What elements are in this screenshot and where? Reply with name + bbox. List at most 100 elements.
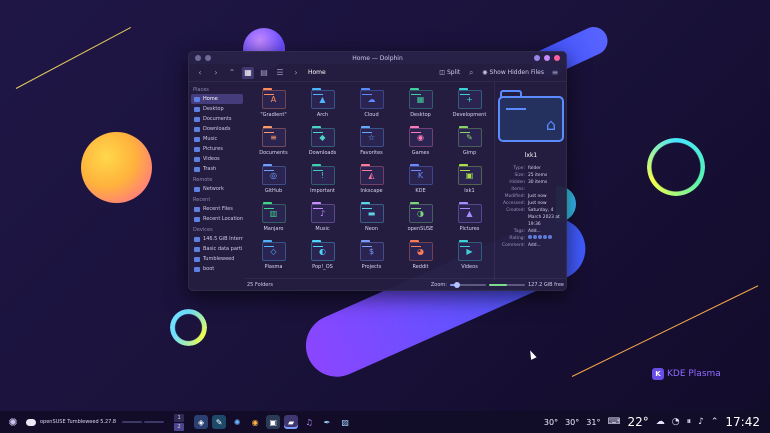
settings-icon[interactable]: ✺ bbox=[230, 415, 244, 429]
star-icon[interactable] bbox=[533, 235, 537, 239]
zoom-slider-handle[interactable] bbox=[454, 281, 461, 288]
folder-item[interactable]: ♪ Music bbox=[298, 202, 347, 240]
sidebar-item[interactable]: Basic data parti... bbox=[191, 244, 243, 254]
dolphin-icon[interactable]: ▰ bbox=[284, 415, 299, 429]
volume-icon[interactable]: ♪ bbox=[698, 417, 704, 427]
sidebar-item[interactable]: Home bbox=[191, 94, 243, 104]
sidebar-item[interactable]: Documents bbox=[191, 114, 243, 124]
sidebar-item-label: Videos bbox=[203, 156, 220, 162]
firefox-icon[interactable]: ◉ bbox=[248, 415, 262, 429]
tray-expand-icon[interactable]: ⌃ bbox=[711, 417, 719, 427]
folder-item[interactable]: ☆ Favorites bbox=[347, 126, 396, 164]
star-icon[interactable] bbox=[548, 235, 552, 239]
folder-item[interactable]: ▲ Pictures bbox=[445, 202, 494, 240]
info-value[interactable]: Add... bbox=[528, 228, 541, 235]
icons-view-button[interactable]: ▦ bbox=[242, 66, 254, 79]
folder-item[interactable]: ◕ Reddit bbox=[396, 240, 445, 278]
up-button[interactable]: ⌃ bbox=[226, 67, 238, 79]
info-value[interactable]: Add... bbox=[528, 242, 541, 249]
maximize-button[interactable] bbox=[544, 55, 550, 61]
pager-desktop[interactable]: 1 bbox=[174, 413, 185, 422]
folder-item[interactable]: ! Important bbox=[298, 164, 347, 202]
folder-item[interactable]: ◭ Inkscape bbox=[347, 164, 396, 202]
sidebar-item[interactable]: Recent Locations bbox=[191, 214, 243, 224]
info-row: Rating: bbox=[498, 235, 564, 242]
system-monitor[interactable] bbox=[122, 421, 165, 423]
titlebar[interactable]: Home — Dolphin bbox=[189, 52, 566, 64]
disk-temperature[interactable]: 31° bbox=[586, 418, 600, 427]
show-hidden-files-button[interactable]: ◉ Show Hidden Files bbox=[482, 69, 544, 76]
forward-button[interactable]: › bbox=[210, 67, 222, 79]
terminal-icon[interactable]: ▣ bbox=[266, 415, 281, 429]
rating-stars[interactable] bbox=[528, 235, 552, 242]
folder-item[interactable]: ◐ Pop!_OS bbox=[298, 240, 347, 278]
folder-item[interactable]: A "Gradient" bbox=[249, 88, 298, 126]
sidebar-item[interactable]: Recent Files bbox=[191, 204, 243, 214]
details-view-button[interactable]: ☰ bbox=[274, 67, 286, 79]
zoom-slider[interactable] bbox=[449, 281, 486, 288]
hamburger-menu-icon[interactable]: ≡ bbox=[549, 67, 561, 79]
keyboard-icon[interactable]: ⌨ bbox=[607, 417, 620, 427]
folder-item[interactable]: ▦ Desktop bbox=[396, 88, 445, 126]
sidebar-item[interactable]: Network bbox=[191, 184, 243, 194]
sidebar-item[interactable]: Downloads bbox=[191, 124, 243, 134]
folder-item[interactable]: ◑ openSUSE bbox=[396, 202, 445, 240]
sidebar-item[interactable]: Desktop bbox=[191, 104, 243, 114]
folder-item[interactable]: ▥ Manjaro bbox=[249, 202, 298, 240]
pager-desktop[interactable]: 2 bbox=[174, 422, 185, 431]
sidebar-item[interactable]: Pictures bbox=[191, 144, 243, 154]
folder-item[interactable]: ◇ Plasma bbox=[249, 240, 298, 278]
sidebar-section-title: Recent bbox=[193, 197, 211, 203]
folder-item[interactable]: ◎ GitHub bbox=[249, 164, 298, 202]
close-button[interactable] bbox=[554, 55, 560, 61]
breadcrumb-chevron-icon: › bbox=[294, 68, 298, 77]
krita-icon[interactable]: ✎ bbox=[212, 415, 227, 429]
star-icon[interactable] bbox=[538, 235, 542, 239]
folder-item[interactable]: ◉ Games bbox=[396, 126, 445, 164]
folder-item[interactable]: ✎ Gimp bbox=[445, 126, 494, 164]
sidebar-item[interactable]: Videos bbox=[191, 154, 243, 164]
eye-icon: ◉ bbox=[482, 69, 488, 76]
back-button[interactable]: ‹ bbox=[194, 67, 206, 79]
folder-item[interactable]: ▣ lxk1 bbox=[445, 164, 494, 202]
minimize-button[interactable] bbox=[534, 55, 540, 61]
sidebar-item-label: Home bbox=[203, 96, 218, 102]
folder-item[interactable]: ☁ Cloud bbox=[347, 88, 396, 126]
info-key: Hidden items: bbox=[509, 180, 525, 192]
sidebar-item[interactable]: Tumbleweed bbox=[191, 254, 243, 264]
compact-view-button[interactable]: ▤ bbox=[258, 67, 270, 79]
headphones-icon[interactable]: ♫ bbox=[302, 415, 316, 429]
clock[interactable]: 17:42 bbox=[725, 415, 760, 429]
sidebar-item-label: 146.5 GiB Intern... bbox=[203, 236, 243, 242]
folder-item[interactable]: ≡ Documents bbox=[249, 126, 298, 164]
distro-widget[interactable]: openSUSE Tumbleweed 5.27.8 bbox=[26, 418, 116, 426]
split-button[interactable]: ◫ Split bbox=[439, 69, 460, 76]
folder-item[interactable]: $ Projects bbox=[347, 240, 396, 278]
sidebar-item[interactable]: Trash bbox=[191, 164, 243, 174]
folder-item[interactable]: ▶ Videos bbox=[445, 240, 494, 278]
media-pause-icon[interactable]: ⏸ bbox=[687, 417, 692, 427]
star-icon[interactable] bbox=[528, 235, 532, 239]
folder-item[interactable]: K KDE bbox=[396, 164, 445, 202]
weather-cloud-icon[interactable]: ☁ bbox=[656, 417, 665, 427]
kdenlive-icon[interactable]: ◈ bbox=[194, 415, 209, 429]
sidebar-item[interactable]: boot bbox=[191, 264, 243, 274]
weather-temperature[interactable]: 22° bbox=[627, 415, 648, 429]
info-value: folder bbox=[528, 166, 541, 171]
breadcrumb[interactable]: Home bbox=[308, 69, 326, 76]
star-icon[interactable] bbox=[543, 235, 547, 239]
sidebar-item[interactable]: Music bbox=[191, 134, 243, 144]
folder-item[interactable]: ▲ Arch bbox=[298, 88, 347, 126]
search-icon[interactable]: ⌕ bbox=[465, 67, 477, 79]
network-icon[interactable]: ◔ bbox=[672, 417, 680, 427]
folder-icon: ◎ bbox=[261, 164, 286, 185]
inkscape-icon[interactable]: ✒ bbox=[320, 415, 334, 429]
cpu-temperature[interactable]: 30° bbox=[544, 418, 558, 427]
folder-item[interactable]: ◆ Downloads bbox=[298, 126, 347, 164]
image-viewer-icon[interactable]: ▨ bbox=[338, 415, 352, 429]
gpu-temperature[interactable]: 30° bbox=[565, 418, 579, 427]
folder-item[interactable]: ▬ Neon bbox=[347, 202, 396, 240]
folder-item[interactable]: + Development bbox=[445, 88, 494, 126]
sidebar-item[interactable]: 146.5 GiB Intern... bbox=[191, 234, 243, 244]
application-launcher-icon[interactable]: ✺ bbox=[6, 415, 20, 429]
